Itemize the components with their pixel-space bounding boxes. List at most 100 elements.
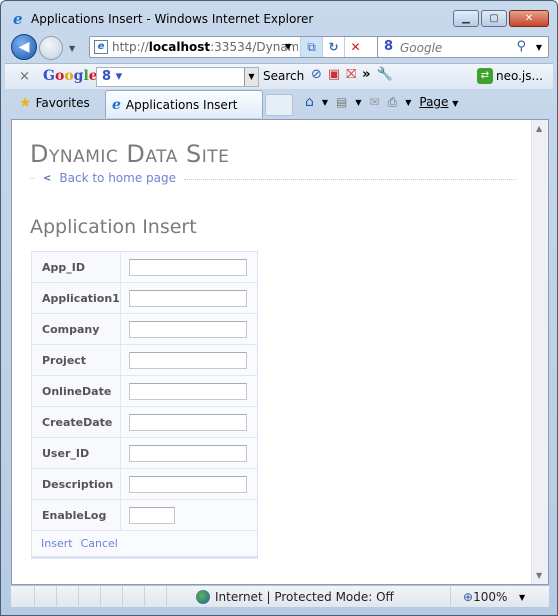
more-chevrons-icon[interactable]: » <box>362 67 370 82</box>
stop-button[interactable]: ✕ <box>344 37 366 57</box>
project-input[interactable] <box>129 351 247 369</box>
print-dropdown-icon[interactable]: ▼ <box>405 98 411 107</box>
page-icon: e <box>94 40 108 54</box>
status-segment <box>145 586 167 608</box>
wrench-settings-icon[interactable]: 🔧 <box>377 67 393 82</box>
forward-button[interactable] <box>39 36 63 60</box>
form-row: OnlineDate <box>32 376 257 407</box>
search-options-dropdown-icon[interactable]: ▼ <box>536 43 542 52</box>
form-row: Description <box>32 469 257 500</box>
security-icon[interactable]: ⛝ <box>346 67 356 82</box>
navigation-bar: ◀ ▼ e http://localhost:33534/Dynamic\ ▼ … <box>1 32 557 62</box>
window-title: Applications Insert - Windows Internet E… <box>31 12 314 26</box>
status-segment <box>123 586 145 608</box>
page-title: Application Insert <box>30 216 197 238</box>
form-row: EnableLog <box>32 500 257 531</box>
application1-input[interactable] <box>129 289 247 307</box>
address-dropdown-icon[interactable]: ▼ <box>285 42 291 51</box>
title-bar: e Applications Insert - Windows Internet… <box>1 1 557 33</box>
tab-applications-insert[interactable]: e Applications Insert <box>105 90 263 118</box>
field-label: OnlineDate <box>32 376 121 406</box>
google-search-button[interactable]: Search <box>263 69 304 83</box>
refresh-button[interactable]: ↻ <box>322 37 344 57</box>
vertical-scrollbar[interactable]: ▲ ▼ <box>531 120 548 584</box>
google-search-dropdown-icon[interactable]: ▼ <box>244 68 258 86</box>
form-row: Application1 <box>32 283 257 314</box>
form-row: Company <box>32 314 257 345</box>
dotted-divider <box>184 178 516 180</box>
site-title: Dynamic Data Site <box>30 140 230 168</box>
close-toolbar-icon[interactable]: × <box>19 69 30 84</box>
internet-globe-icon <box>196 590 210 604</box>
tab-label: Applications Insert <box>125 97 238 112</box>
new-tab-button[interactable] <box>265 94 293 116</box>
favorites-button[interactable]: ★ Favorites <box>19 95 90 111</box>
field-label: App_ID <box>32 252 121 282</box>
print-icon[interactable]: ⎙ <box>388 95 398 110</box>
mail-icon[interactable]: ✉ <box>370 95 380 109</box>
history-dropdown-icon[interactable]: ▼ <box>69 44 75 53</box>
enable-log-input[interactable] <box>129 506 175 524</box>
compatibility-view-button[interactable]: ⧉ <box>300 37 322 57</box>
cancel-link[interactable]: Cancel <box>81 537 118 550</box>
neo-extension-button[interactable]: ⇄ neo.js... <box>477 68 543 84</box>
back-button[interactable]: ◀ <box>11 34 37 60</box>
form-row: App_ID <box>32 252 257 283</box>
neo-extension-icon: ⇄ <box>477 68 493 84</box>
status-segment <box>11 586 35 608</box>
google-toolbar: × Google 8 ▾ ▼ Search ⊘ ▣ ⛝ » 🔧 ⇄ neo.js… <box>5 63 553 89</box>
neo-extension-label: neo.js... <box>496 69 543 83</box>
ie-page-icon: e <box>112 96 121 113</box>
status-segment <box>101 586 123 608</box>
search-input[interactable]: Google <box>400 41 442 55</box>
form-row: Project <box>32 345 257 376</box>
create-date-input[interactable] <box>129 413 247 431</box>
favorites-label: Favorites <box>35 96 90 110</box>
search-box[interactable]: 8 Google ⚲ ▼ <box>377 36 549 58</box>
user-id-input[interactable] <box>129 444 247 462</box>
field-label: Application1 <box>32 283 121 313</box>
google-logo: Google <box>43 68 98 84</box>
home-dropdown-icon[interactable]: ▼ <box>322 98 328 107</box>
maximize-button[interactable]: ▢ <box>481 10 507 27</box>
zoom-level-button[interactable]: ⊕100% <box>463 590 507 604</box>
minimize-button[interactable]: ▁ <box>453 10 479 27</box>
back-to-home-link[interactable]: Back to home page <box>59 171 176 185</box>
field-label: Project <box>32 345 121 375</box>
field-label: EnableLog <box>32 500 121 530</box>
field-label: Company <box>32 314 121 344</box>
field-label: User_ID <box>32 438 121 468</box>
search-icon[interactable]: ⚲ <box>516 39 526 54</box>
online-date-input[interactable] <box>129 382 247 400</box>
zoom-dropdown-icon[interactable]: ▼ <box>519 593 525 602</box>
scroll-up-icon[interactable]: ▲ <box>536 124 542 133</box>
address-input[interactable]: http://localhost:33534/Dynamic\ <box>112 40 298 54</box>
description-input[interactable] <box>129 475 247 493</box>
chevron-left-icon: < <box>43 172 52 184</box>
page-content: Dynamic Data Site – < Back to home page … <box>11 119 549 585</box>
page-menu[interactable]: Page ▼ <box>419 95 458 109</box>
insert-link[interactable]: Insert <box>41 537 73 550</box>
address-bar[interactable]: e http://localhost:33534/Dynamic\ ▼ ⧉ ↻ … <box>89 36 407 58</box>
google-search-provider-icon: 8 <box>384 39 394 54</box>
google-toolbar-search-input[interactable]: 8 ▾ ▼ <box>96 67 259 87</box>
status-bar: Internet | Protected Mode: Off ⊕100% ▼ <box>11 585 549 608</box>
company-input[interactable] <box>129 320 247 338</box>
field-label: CreateDate <box>32 407 121 437</box>
home-icon[interactable]: ⌂ <box>305 94 314 110</box>
dash-divider: – <box>30 172 35 184</box>
star-icon: ★ <box>19 95 32 111</box>
security-zone-status[interactable]: Internet | Protected Mode: Off <box>215 590 394 604</box>
zoom-icon: ⊕ <box>463 590 474 604</box>
feeds-icon[interactable]: ▤ <box>336 95 347 109</box>
field-label: Description <box>32 469 121 499</box>
scroll-down-icon[interactable]: ▼ <box>536 571 542 580</box>
popup-blocker-icon[interactable]: ▣ <box>328 67 340 82</box>
form-row: CreateDate <box>32 407 257 438</box>
compass-icon[interactable]: ⊘ <box>311 67 322 82</box>
feeds-dropdown-icon[interactable]: ▼ <box>355 98 361 107</box>
close-window-button[interactable]: ✕ <box>509 10 549 27</box>
status-segment <box>35 586 57 608</box>
app-id-input[interactable] <box>129 258 247 276</box>
browser-window: e Applications Insert - Windows Internet… <box>0 0 558 616</box>
